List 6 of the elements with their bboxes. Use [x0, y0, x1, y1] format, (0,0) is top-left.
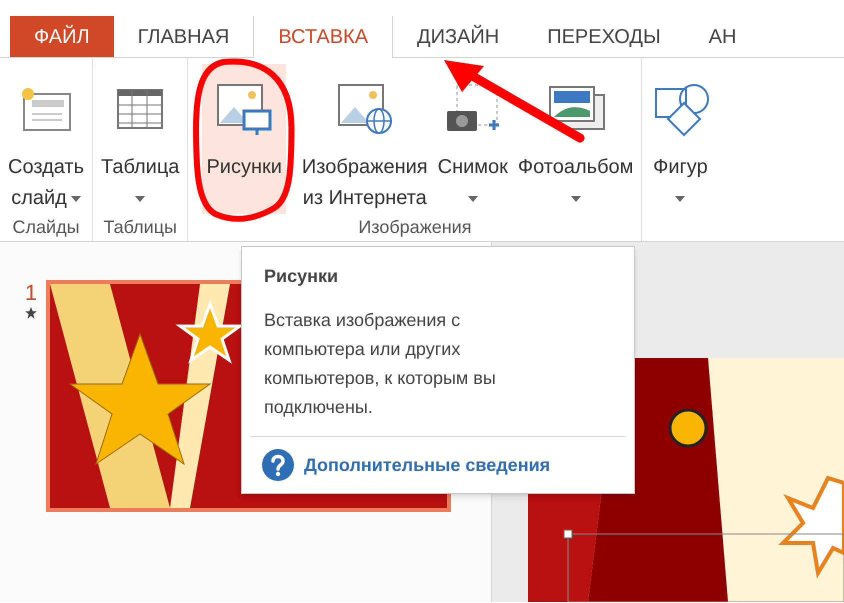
slide-number: 1 — [24, 280, 38, 306]
group-label: Таблицы — [102, 216, 178, 239]
tooltip-description: Вставка изображения с компьютера или других компьютеров, к которым вы подключены. — [264, 309, 497, 419]
group-label: Изображения — [357, 216, 472, 239]
tooltip-title: Рисунки — [264, 265, 340, 288]
group-label: Слайды — [12, 216, 81, 239]
